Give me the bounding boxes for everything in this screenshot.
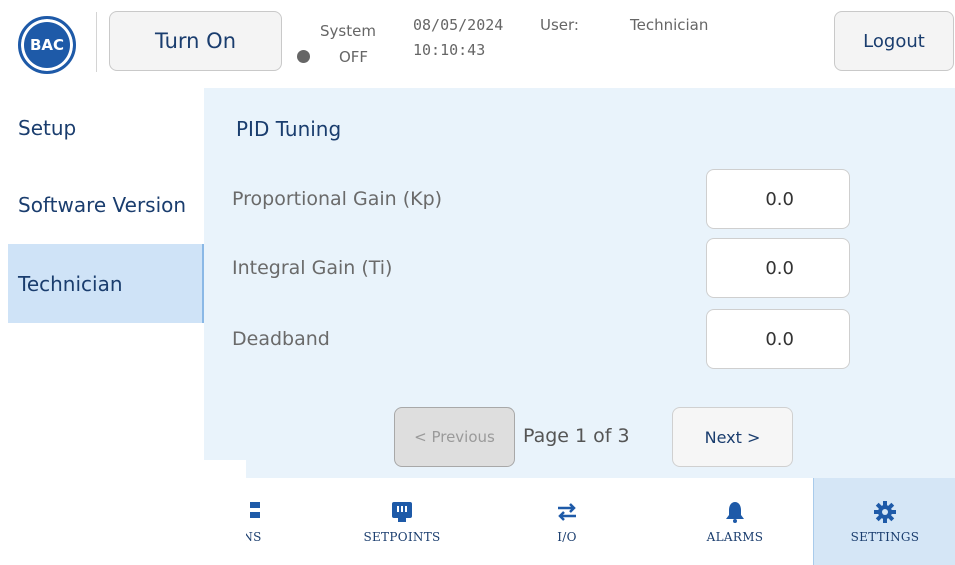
system-status-indicator <box>297 50 310 63</box>
ti-label: Integral Gain (Ti) <box>232 257 393 279</box>
ti-field[interactable]: 0.0 <box>706 238 850 298</box>
io-icon <box>555 500 579 524</box>
current-date: 08/05/2024 <box>413 16 504 34</box>
page-title: PID Tuning <box>236 117 342 141</box>
system-state: OFF <box>339 48 369 66</box>
kp-label: Proportional Gain (Kp) <box>232 188 443 210</box>
setpoints-icon <box>390 500 414 524</box>
gear-icon <box>873 500 897 524</box>
tab-io[interactable]: I/O <box>527 478 607 565</box>
deadband-field[interactable]: 0.0 <box>706 309 850 369</box>
sidebar-item-technician[interactable]: Technician <box>8 244 204 323</box>
logout-button[interactable]: Logout <box>834 11 954 71</box>
tab-setpoints[interactable]: SETPOINTS <box>352 478 452 565</box>
page-indicator: Page 1 of 3 <box>523 425 630 447</box>
user-value: Technician <box>630 16 709 34</box>
tab-alarms[interactable]: ALARMS <box>685 478 785 565</box>
kp-field[interactable]: 0.0 <box>706 169 850 229</box>
sidebar-item-software-version[interactable]: Software Version <box>8 170 204 240</box>
bell-icon <box>723 500 747 524</box>
overlay-cover <box>0 460 246 565</box>
previous-button[interactable]: < Previous <box>394 407 515 467</box>
turn-on-button[interactable]: Turn On <box>109 11 282 71</box>
tab-io-label: I/O <box>557 529 577 544</box>
user-label: User: <box>540 16 579 34</box>
tab-settings-label: SETTINGS <box>850 529 920 544</box>
current-time: 10:10:43 <box>413 41 486 59</box>
next-button[interactable]: Next > <box>672 407 793 467</box>
tab-settings[interactable]: SETTINGS <box>813 478 955 565</box>
tab-setpoints-label: SETPOINTS <box>363 529 441 544</box>
system-label: System <box>320 22 376 40</box>
sidebar-item-setup[interactable]: Setup <box>8 104 204 152</box>
deadband-label: Deadband <box>232 328 330 350</box>
tab-alarms-label: ALARMS <box>706 529 764 544</box>
bac-logo: BAC <box>18 16 76 74</box>
logo-text: BAC <box>29 36 65 54</box>
header-divider <box>96 12 97 72</box>
